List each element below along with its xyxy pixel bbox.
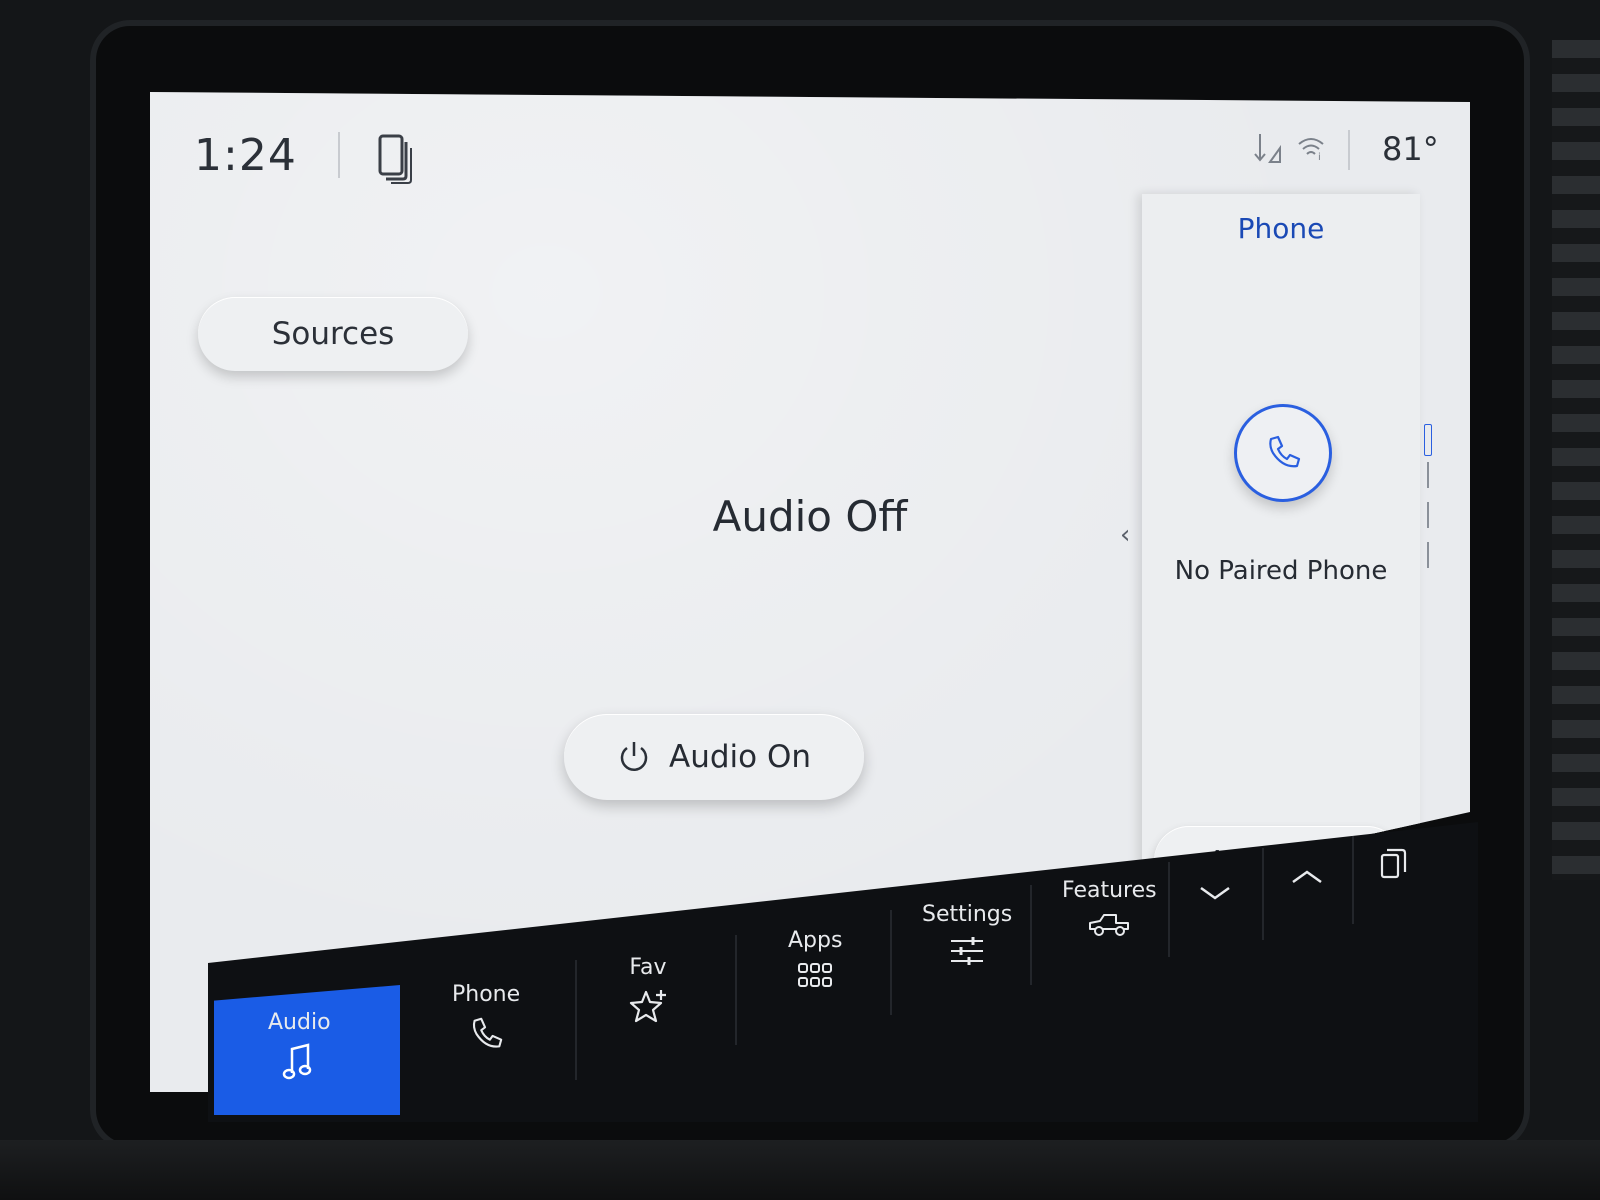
dock-item-phone[interactable]: Phone <box>452 982 520 1053</box>
no-paired-phone-text: No Paired Phone <box>1174 556 1388 586</box>
audio-on-button[interactable]: Audio On <box>564 714 864 800</box>
clock: 1:24 <box>194 130 297 181</box>
dock-item-label: Settings <box>922 902 1013 927</box>
sources-button[interactable]: Sources <box>198 297 468 371</box>
chevron-down-icon[interactable] <box>1198 884 1232 902</box>
audio-on-label: Audio On <box>668 739 811 775</box>
wifi-icon: i <box>1298 138 1324 162</box>
panel-collapse-chevron-icon[interactable]: ‹ <box>1120 520 1130 550</box>
chevron-up-icon[interactable] <box>1290 868 1324 886</box>
power-icon <box>620 742 648 771</box>
panel-scroll-indicator[interactable] <box>1424 424 1432 584</box>
dock-item-features[interactable]: Features <box>1062 878 1157 937</box>
dock-item-label: Phone <box>452 982 521 1007</box>
svg-text:i: i <box>1318 152 1321 162</box>
star-plus-icon <box>629 990 666 1023</box>
phone-panel-title[interactable]: Phone <box>1142 212 1420 245</box>
phone-icon <box>473 1017 503 1048</box>
outside-temperature: 81° <box>1382 130 1439 168</box>
dashboard-trim <box>0 1140 1600 1200</box>
phone-handset-icon <box>1269 435 1301 468</box>
music-note-icon <box>283 1043 312 1080</box>
dock-item-settings[interactable]: Settings <box>922 902 1012 967</box>
dock-item-label: Features <box>1062 878 1157 903</box>
phone-projection-icon[interactable] <box>378 134 414 184</box>
dock-item-label: Fav <box>629 955 667 980</box>
dock-item-label: Apps <box>788 928 843 953</box>
signal-icon <box>1254 134 1281 163</box>
apps-grid-icon <box>798 963 833 987</box>
dock-item-audio[interactable]: Audio <box>268 1010 331 1081</box>
call-button[interactable] <box>1234 404 1332 502</box>
audio-status-text: Audio Off <box>712 492 908 541</box>
truck-icon <box>1089 914 1130 936</box>
dock-item-fav[interactable]: Fav <box>628 955 668 1026</box>
dock-item-apps[interactable]: Apps <box>788 928 842 991</box>
sliders-icon <box>951 937 984 965</box>
copy-screens-icon[interactable] <box>1380 846 1408 880</box>
dock-item-label: Audio <box>268 1010 331 1035</box>
air-vent <box>1552 40 1600 880</box>
